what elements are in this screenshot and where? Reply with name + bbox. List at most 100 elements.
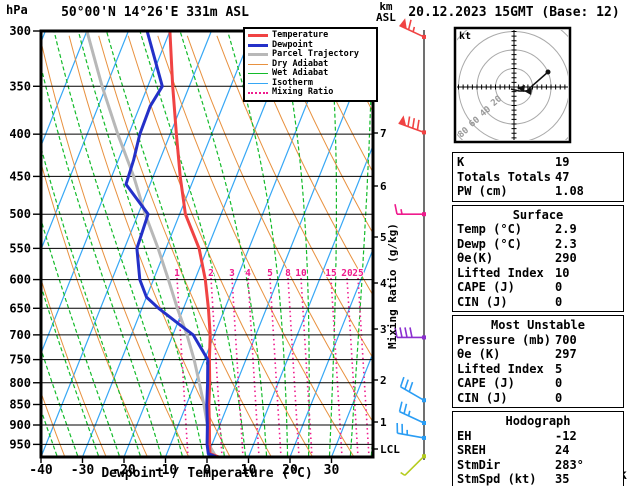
panel-row: CIN (J) 0	[457, 391, 619, 406]
panel-row: θe (K) 297	[457, 347, 619, 362]
svg-text:6: 6	[380, 180, 387, 193]
svg-text:8: 8	[285, 268, 291, 279]
svg-text:950: 950	[9, 437, 31, 451]
legend-item-label: Mixing Ratio	[272, 87, 334, 98]
panel-row-value: 0	[555, 376, 563, 390]
legend-line-sample	[248, 63, 268, 65]
panel-row-label: θe (K)	[457, 347, 501, 361]
panel-row-label: PW (cm)	[457, 184, 508, 198]
svg-text:25: 25	[352, 268, 364, 279]
svg-text:20: 20	[341, 268, 353, 279]
x-axis-label: Dewpoint / Temperature (°C)	[101, 466, 313, 481]
svg-text:450: 450	[9, 169, 31, 183]
svg-text:5: 5	[267, 268, 273, 279]
svg-text:550: 550	[9, 241, 31, 255]
wind-barb	[394, 327, 426, 340]
svg-text:900: 900	[9, 418, 31, 432]
wind-barb	[399, 18, 426, 39]
svg-text:500: 500	[9, 207, 31, 221]
svg-text:1: 1	[380, 416, 387, 429]
panel-row: CIN (J) 0	[457, 295, 619, 310]
svg-text:600: 600	[9, 273, 31, 287]
panel-row-label: CAPE (J)	[457, 280, 515, 294]
panel-row-label: Dewp (°C)	[457, 236, 523, 251]
panel-row-label: StmSpd (kt)	[457, 472, 537, 486]
svg-text:4: 4	[245, 268, 251, 279]
panel-row-value: 35	[555, 472, 570, 486]
legend-item-label: Wet Adiabat	[272, 68, 329, 79]
panel-row-label: θe(K)	[457, 251, 494, 265]
svg-text:2: 2	[208, 268, 214, 279]
panel-row-label: Totals Totals	[457, 169, 551, 184]
panel-row-label: Temp (°C)	[457, 222, 523, 236]
panel-row-label: CIN (J)	[457, 390, 508, 405]
altitude-axis-unit: km ASL	[376, 1, 396, 23]
legend-line-sample	[248, 73, 268, 75]
panel-row-value: 0	[555, 390, 563, 405]
panel-row-value: 10	[555, 265, 570, 280]
panel-row: Pressure (mb) 700	[457, 333, 619, 348]
panel-row-label: StmDir	[457, 457, 501, 472]
wind-barb	[398, 401, 426, 426]
panel-row-value: 0	[555, 280, 563, 294]
legend-line-sample	[248, 34, 268, 38]
panel-row-value: 19	[555, 155, 570, 169]
legend-line-sample	[248, 43, 268, 47]
panel-row-value: 0	[555, 294, 563, 309]
wind-barb	[399, 376, 426, 403]
svg-text:1: 1	[174, 268, 180, 279]
skewt-sounding-app: 1 2 3 4 5 8 10 15 20 25 300 350 400 450 500 550 600 650 70…	[0, 0, 629, 486]
panel-row-value: 283°	[555, 457, 584, 472]
wind-barb	[394, 204, 426, 217]
svg-text:300: 300	[9, 24, 31, 38]
panel-section-title: Most Unstable	[491, 318, 585, 332]
series-temperature	[168, 31, 220, 457]
legend-line-sample	[248, 91, 268, 94]
panel-row: CAPE (J) 0	[457, 280, 619, 295]
wind-barb	[396, 423, 426, 440]
panel-row: CAPE (J) 0	[457, 376, 619, 391]
panel-row-label: K	[457, 155, 465, 169]
wind-barb-column	[394, 18, 426, 477]
panel-row-value: 1.08	[555, 184, 584, 198]
panel-row-label: SREH	[457, 443, 486, 457]
legend-line-sample	[248, 82, 268, 84]
run-date-title: 20.12.2023 15GMT (Base: 12)	[408, 5, 620, 20]
panel-row-value: 2.9	[555, 222, 577, 236]
legend-line-sample	[248, 53, 268, 57]
panel-section: Hodograph EH -12 SREH 24 StmDir 283° StmSpd (kt…	[452, 411, 624, 486]
panel-row: Dewp (°C) 2.3	[457, 237, 619, 252]
svg-text:800: 800	[9, 376, 31, 390]
panel-row-value: -12	[555, 428, 577, 443]
panel-row: PW (cm) 1.08	[457, 184, 619, 199]
panel-row: Totals Totals 47	[457, 170, 619, 185]
altitude-unit-asl: ASL	[376, 11, 396, 24]
svg-text:700: 700	[9, 328, 31, 342]
svg-text:650: 650	[9, 301, 31, 315]
panel-row-label: CAPE (J)	[457, 376, 515, 390]
wind-barb	[400, 454, 426, 477]
svg-text:2: 2	[380, 374, 387, 387]
pressure-unit-label: hPa	[6, 3, 28, 17]
panel-section: Most Unstable Pressure (mb) 700 θe (K) 297 Li…	[452, 315, 624, 408]
panel-row-label: Lifted Index	[457, 265, 544, 280]
panel-section: Surface Temp (°C) 2.9 Dewp (°C) 2.3 θe(K) 290 L…	[452, 204, 624, 312]
panel-row: Lifted Index 5	[457, 362, 619, 377]
panel-row: SREH 24	[457, 443, 619, 458]
station-title: 50°00'N 14°26'E 331m ASL	[61, 5, 249, 20]
panel-row: K 19	[457, 155, 619, 170]
svg-text:10: 10	[295, 268, 307, 279]
panel-section-title: Surface	[512, 207, 564, 222]
legend-item-label: Parcel Trajectory	[272, 49, 359, 60]
panel-row-label: CIN (J)	[457, 294, 508, 309]
mixing-ratio-axis-label: Mixing Ratio (g/kg)	[386, 223, 399, 349]
chart-legend: Temperature Dewpoint Parcel Trajectory Dry …	[243, 27, 378, 102]
wind-barb	[398, 115, 426, 135]
svg-text:LCL: LCL	[380, 443, 400, 456]
legend-item: Mixing Ratio	[248, 88, 374, 98]
panel-row: θe(K) 290	[457, 251, 619, 266]
panel-row-value: 5	[555, 361, 563, 376]
svg-text:850: 850	[9, 397, 31, 411]
svg-text:7: 7	[380, 127, 387, 140]
legend-item-label: Temperature	[272, 30, 329, 41]
